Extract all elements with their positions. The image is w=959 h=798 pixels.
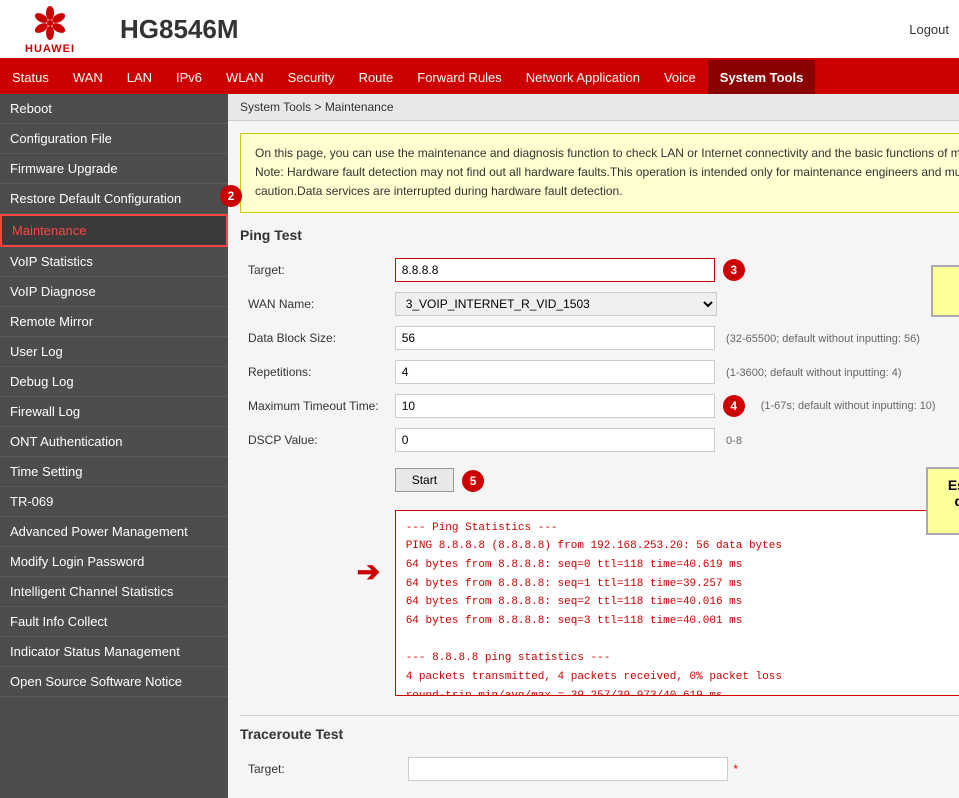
target-input[interactable] (395, 258, 715, 282)
wan-select[interactable]: 3_VOIP_INTERNET_R_VID_1503 (395, 292, 717, 316)
breadcrumb: System Tools > Maintenance (228, 94, 959, 121)
dscp-label: DSCP Value: (248, 433, 318, 447)
step-2-badge-container: 2 (220, 185, 242, 207)
sidebar-item-debug-log[interactable]: Debug Log (0, 367, 228, 397)
callout-ping-target: Daremos ping a 8.8.8.8 (931, 265, 959, 317)
required-marker: * (733, 762, 738, 776)
data-block-hint: (32-65500; default without inputting: 56… (726, 333, 920, 345)
timeout-input[interactable] (395, 394, 715, 418)
nav-forward-rules[interactable]: Forward Rules (405, 60, 514, 94)
nav-network-application[interactable]: Network Application (514, 60, 652, 94)
logo-area: HUAWEI (10, 3, 90, 55)
sidebar-item-tr069[interactable]: TR-069 (0, 487, 228, 517)
sidebar-item-indicator-status[interactable]: Indicator Status Management (0, 637, 228, 667)
sidebar-item-maintenance[interactable]: Maintenance (0, 214, 228, 247)
timeout-row: Maximum Timeout Time: 4 (1-67s; default … (240, 389, 959, 423)
ping-output[interactable] (395, 510, 959, 696)
repetitions-label: Repetitions: (248, 365, 311, 379)
repetitions-hint: (1-3600; default without inputting: 4) (726, 367, 902, 379)
start-row: Start 5 (240, 457, 959, 505)
timeout-label: Maximum Timeout Time: (248, 399, 379, 413)
repetitions-row: Repetitions: (1-3600; default without in… (240, 355, 959, 389)
sidebar-item-channel-stats[interactable]: Intelligent Channel Statistics (0, 577, 228, 607)
traceroute-target-label: Target: (248, 762, 285, 776)
target-label: Target: (248, 263, 285, 277)
ping-test-title: Ping Test (240, 227, 959, 243)
logout-button[interactable]: Logout (909, 22, 949, 37)
sidebar-item-modify-password[interactable]: Modify Login Password (0, 547, 228, 577)
huawei-logo-icon (28, 3, 72, 43)
brand-name: HUAWEI (25, 43, 75, 55)
sidebar-item-user-log[interactable]: User Log (0, 337, 228, 367)
nav-wan[interactable]: WAN (61, 60, 115, 94)
content-area: System Tools > Maintenance On this page,… (228, 94, 959, 798)
sidebar-item-reboot[interactable]: Reboot (0, 94, 228, 124)
nav-voice[interactable]: Voice (652, 60, 708, 94)
traceroute-form: Target: * (240, 752, 959, 786)
dscp-input[interactable] (395, 428, 715, 452)
traceroute-target-row: Target: * (240, 752, 959, 786)
start-button[interactable]: Start (395, 468, 454, 492)
nav-system-tools[interactable]: System Tools (708, 60, 816, 94)
sidebar-item-ont-auth[interactable]: ONT Authentication (0, 427, 228, 457)
nav-ipv6[interactable]: IPv6 (164, 60, 214, 94)
step-2-badge: 2 (220, 185, 242, 207)
info-box: On this page, you can use the maintenanc… (240, 133, 959, 213)
timeout-hint: (1-67s; default without inputting: 10) (761, 400, 936, 412)
arrow-to-output: ➔ (357, 555, 380, 588)
device-title: HG8546M (120, 14, 239, 45)
sidebar-item-voip-stats[interactable]: VoIP Statistics (0, 247, 228, 277)
data-block-label: Data Block Size: (248, 331, 336, 345)
nav-lan[interactable]: LAN (115, 60, 164, 94)
nav-status[interactable]: Status (0, 60, 61, 94)
ping-form-table: Target: 3 WAN Name: (240, 253, 959, 701)
sidebar-item-firewall-log[interactable]: Firewall Log (0, 397, 228, 427)
step-5-badge: 5 (462, 470, 484, 492)
sidebar-item-fault-info[interactable]: Fault Info Collect (0, 607, 228, 637)
step-4-badge: 4 (723, 395, 745, 417)
sidebar-item-power-mgmt[interactable]: Advanced Power Management (0, 517, 228, 547)
sidebar-item-time-setting[interactable]: Time Setting (0, 457, 228, 487)
target-row: Target: 3 (240, 253, 959, 287)
dscp-hint: 0-8 (726, 435, 742, 447)
sidebar-item-firmware[interactable]: Firmware Upgrade (0, 154, 228, 184)
callout-wan-text: Escogemos la WAN que acabamos de crear (948, 477, 959, 525)
traceroute-section: Traceroute Test Target: * (240, 715, 959, 786)
main-layout: Reboot Configuration File Firmware Upgra… (0, 94, 959, 798)
sidebar-item-restore[interactable]: Restore Default Configuration (0, 184, 228, 214)
sidebar-item-voip-diagnose[interactable]: VoIP Diagnose (0, 277, 228, 307)
sidebar-item-config-file[interactable]: Configuration File (0, 124, 228, 154)
sidebar-item-open-source[interactable]: Open Source Software Notice (0, 667, 228, 697)
data-block-input[interactable] (395, 326, 715, 350)
callout-wan-select: Escogemos la WAN que acabamos de crear (926, 467, 959, 535)
nav-route[interactable]: Route (347, 60, 406, 94)
wan-row: WAN Name: 3_VOIP_INTERNET_R_VID_1503 (240, 287, 959, 321)
nav-wlan[interactable]: WLAN (214, 60, 276, 94)
navbar: Status WAN LAN IPv6 WLAN Security Route … (0, 60, 959, 94)
sidebar: Reboot Configuration File Firmware Upgra… (0, 94, 228, 798)
traceroute-target-input[interactable] (408, 757, 728, 781)
nav-security[interactable]: Security (276, 60, 347, 94)
repetitions-input[interactable] (395, 360, 715, 384)
wan-label: WAN Name: (248, 297, 314, 311)
traceroute-title: Traceroute Test (240, 726, 959, 742)
dscp-row: DSCP Value: 0-8 (240, 423, 959, 457)
info-line1: On this page, you can use the maintenanc… (255, 146, 959, 160)
output-row: 6 ➔ (240, 505, 959, 701)
header: HUAWEI HG8546M Logout (0, 0, 959, 60)
ping-test-container: Daremos ping a 8.8.8.8 Escogemos la WAN … (240, 227, 959, 786)
data-block-row: Data Block Size: (32-65500; default with… (240, 321, 959, 355)
step-3-badge: 3 (723, 259, 745, 281)
info-line2: Note: Hardware fault detection may not f… (255, 165, 959, 198)
content-inner: On this page, you can use the maintenanc… (228, 121, 959, 798)
sidebar-item-remote-mirror[interactable]: Remote Mirror (0, 307, 228, 337)
